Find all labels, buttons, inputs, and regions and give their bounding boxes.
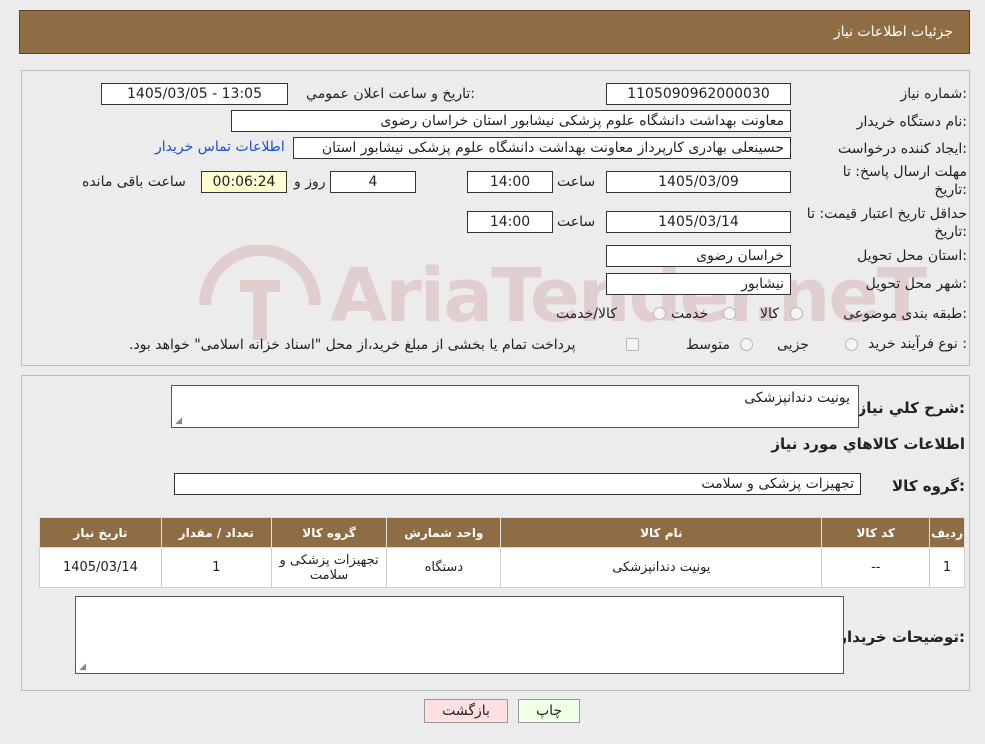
items-table: ردیف کد کالا نام کالا واحد شمارش گروه کا… bbox=[39, 517, 965, 588]
col-date: تاریخ نیاز bbox=[39, 517, 162, 548]
city-label: شهر محل تحویل: bbox=[865, 276, 967, 292]
col-name: نام کالا bbox=[500, 517, 823, 548]
category-option-service: خدمت bbox=[671, 306, 709, 322]
remaining-label: ساعت باقی مانده bbox=[82, 174, 186, 190]
desc-textarea[interactable]: یونیت دندانپزشکی ◢ bbox=[171, 385, 859, 428]
resize-handle-icon[interactable]: ◢ bbox=[78, 663, 86, 672]
buyer-org-label: نام دستگاه خریدار: bbox=[856, 114, 967, 130]
category-label: طبقه بندی موضوعی: bbox=[843, 306, 967, 322]
days-field: 4 bbox=[330, 171, 416, 193]
need-number-label: شماره نیاز: bbox=[900, 86, 967, 102]
desc-label: شرح کلي نیاز: bbox=[857, 399, 965, 417]
col-group: گروه کالا bbox=[270, 517, 388, 548]
goods-info-title: اطلاعات کالاهاي مورد نیاز bbox=[771, 435, 965, 453]
category-radio-goods[interactable] bbox=[790, 307, 803, 320]
buyer-notes-textarea[interactable]: ◢ bbox=[75, 596, 844, 674]
creator-label: ایجاد کننده درخواست: bbox=[838, 141, 967, 157]
col-row: ردیف bbox=[929, 517, 965, 548]
col-code: کد کالا bbox=[821, 517, 931, 548]
process-label: نوع فرآیند خرید : bbox=[868, 336, 967, 352]
validity-label-date: تاریخ: bbox=[934, 224, 967, 240]
days-label: روز و bbox=[294, 174, 326, 190]
process-option-medium: متوسط bbox=[686, 337, 730, 353]
deadline-date-field: 1405/03/09 bbox=[606, 171, 791, 193]
city-field: نیشابور bbox=[606, 273, 791, 295]
table-header-row: ردیف کد کالا نام کالا واحد شمارش گروه کا… bbox=[39, 517, 965, 548]
col-unit: واحد شمارش bbox=[386, 517, 502, 548]
table-row: 1 -- یونیت دندانپزشکی دستگاه تجهیزات پزش… bbox=[39, 547, 965, 588]
deadline-label-date: تاریخ: bbox=[934, 182, 967, 198]
back-button[interactable]: بازگشت bbox=[424, 699, 508, 723]
group-field: تجهیزات پزشکی و سلامت bbox=[174, 473, 861, 495]
deadline-time-label: ساعت bbox=[557, 174, 596, 190]
deadline-time-field: 14:00 bbox=[467, 171, 553, 193]
validity-time-label: ساعت bbox=[557, 214, 596, 230]
validity-label: حداقل تاریخ اعتبار قیمت: تا bbox=[806, 206, 967, 222]
cell-qty: 1 bbox=[160, 547, 272, 588]
process-radio-minor[interactable] bbox=[845, 338, 858, 351]
buyer-notes-label: توضیحات خریدار: bbox=[838, 628, 965, 646]
category-radio-service[interactable] bbox=[723, 307, 736, 320]
process-radio-medium[interactable] bbox=[740, 338, 753, 351]
process-option-minor: جزیی bbox=[777, 337, 809, 353]
contact-link[interactable]: اطلاعات تماس خریدار bbox=[155, 139, 285, 155]
cell-group: تجهیزات پزشکی و سلامت bbox=[270, 547, 388, 588]
cell-code: -- bbox=[821, 547, 931, 588]
col-qty: تعداد / مقدار bbox=[160, 517, 272, 548]
category-option-goods: کالا bbox=[760, 306, 779, 322]
province-field: خراسان رضوی bbox=[606, 245, 791, 267]
validity-time-field: 14:00 bbox=[467, 211, 553, 233]
cell-date: 1405/03/14 bbox=[39, 547, 162, 588]
page-title: جزئیات اطلاعات نیاز bbox=[833, 24, 953, 40]
announce-label: تاریخ و ساعت اعلان عمومي: bbox=[306, 86, 475, 102]
deadline-label: مهلت ارسال پاسخ: تا bbox=[842, 164, 967, 180]
buyer-org-field: معاونت بهداشت دانشگاه علوم پزشکی نیشابور… bbox=[231, 110, 791, 132]
validity-date-field: 1405/03/14 bbox=[606, 211, 791, 233]
group-label: گروه کالا: bbox=[892, 477, 965, 495]
cell-unit: دستگاه bbox=[386, 547, 502, 588]
creator-field: حسینعلی بهادری کارپرداز معاونت بهداشت دا… bbox=[293, 137, 791, 159]
remaining-timer: 00:06:24 bbox=[201, 171, 287, 193]
process-checkbox-treasury[interactable] bbox=[626, 338, 639, 351]
category-option-goods-service: کالا/خدمت bbox=[556, 306, 617, 322]
desc-value: یونیت دندانپزشکی bbox=[744, 390, 850, 406]
category-radio-goods-service[interactable] bbox=[653, 307, 666, 320]
province-label: استان محل تحویل: bbox=[857, 248, 967, 264]
process-note: پرداخت تمام یا بخشی از مبلغ خرید،از محل … bbox=[129, 337, 576, 353]
page-header: جزئیات اطلاعات نیاز bbox=[19, 10, 970, 54]
resize-handle-icon[interactable]: ◢ bbox=[174, 417, 182, 426]
print-button[interactable]: چاپ bbox=[518, 699, 580, 723]
cell-row: 1 bbox=[929, 547, 965, 588]
cell-name: یونیت دندانپزشکی bbox=[500, 547, 823, 588]
need-number-field: 1105090962000030 bbox=[606, 83, 791, 105]
announce-field: 1405/03/05 - 13:05 bbox=[101, 83, 288, 105]
